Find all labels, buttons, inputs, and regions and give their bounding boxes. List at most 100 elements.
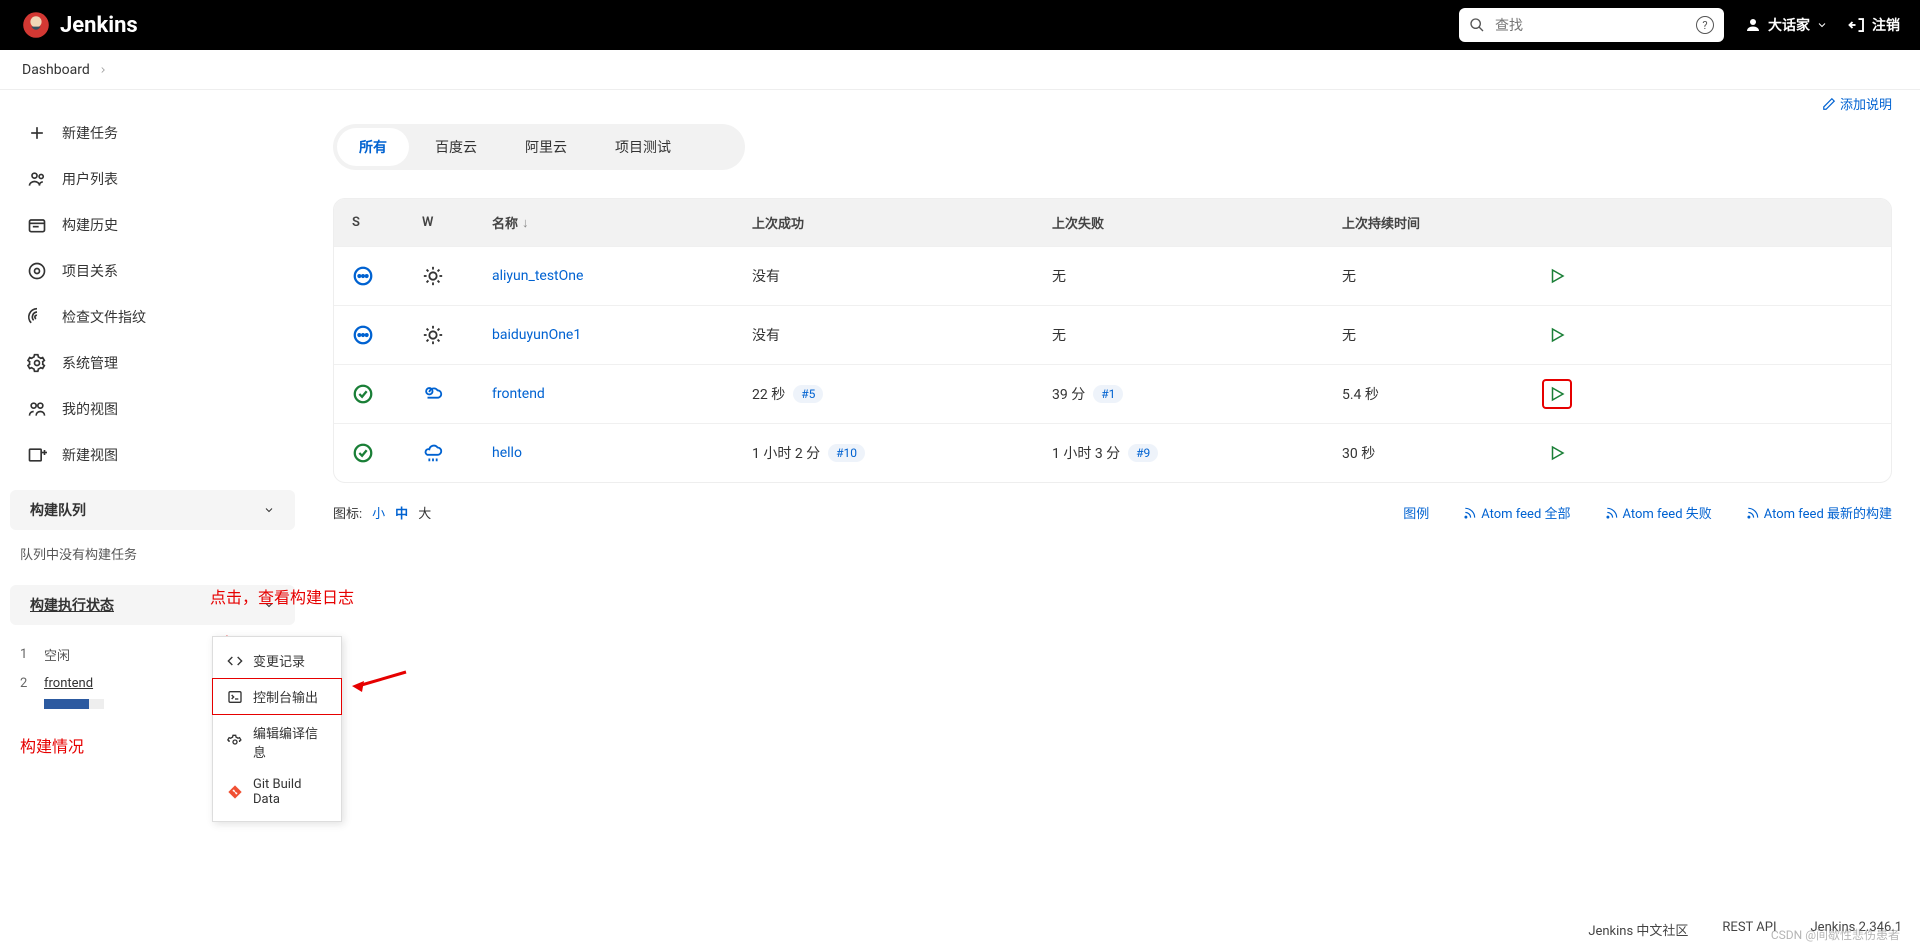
weather-icon	[414, 265, 484, 287]
status-icon	[344, 265, 414, 287]
executor-number: 2	[20, 676, 34, 691]
icon-size-medium[interactable]: 中	[395, 503, 408, 522]
sidebar-item-new[interactable]: 新建任务	[10, 110, 295, 156]
last-duration-cell: 5.4 秒	[1334, 384, 1534, 404]
legend-link[interactable]: 图例	[1403, 503, 1429, 522]
icon-size-selector: 图标: 小 中 大	[333, 503, 431, 522]
tab-project-test[interactable]: 项目测试	[593, 128, 693, 166]
build-badge[interactable]: #9	[1128, 444, 1158, 462]
atom-feed-fail[interactable]: Atom feed 失败	[1605, 503, 1712, 522]
sidebar-item-label: 构建历史	[62, 215, 118, 235]
sidebar-item-manage[interactable]: 系统管理	[10, 340, 295, 386]
job-name-link[interactable]: hello	[492, 445, 522, 461]
col-last-duration[interactable]: 上次持续时间	[1334, 213, 1534, 232]
build-now-button[interactable]	[1542, 261, 1572, 291]
job-name-link[interactable]: frontend	[492, 386, 545, 402]
sidebar-item-label: 检查文件指纹	[62, 307, 146, 327]
user-icon	[1744, 16, 1762, 34]
user-name-label: 大话家	[1768, 15, 1810, 35]
gear-icon	[227, 734, 243, 750]
job-name-link[interactable]: baiduyunOne1	[492, 327, 581, 343]
dropdown-item-git-data[interactable]: Git Build Data	[213, 769, 341, 815]
dropdown-item-console[interactable]: 控制台输出	[212, 678, 342, 715]
build-badge[interactable]: #10	[828, 444, 865, 462]
col-status[interactable]: S	[344, 213, 414, 232]
search-icon	[1469, 17, 1485, 33]
add-description-link[interactable]: 添加说明	[1822, 94, 1892, 113]
top-header: Jenkins ? 大话家 注销	[0, 0, 1920, 50]
icon-size-large[interactable]: 大	[418, 503, 431, 522]
logout-button[interactable]: 注销	[1848, 15, 1900, 35]
sidebar-item-history[interactable]: 构建历史	[10, 202, 295, 248]
atom-feed-latest[interactable]: Atom feed 最新的构建	[1746, 503, 1892, 522]
page-footer: Jenkins 中文社区 REST API Jenkins 2.346.1	[1588, 920, 1902, 939]
chevron-down-icon	[263, 504, 275, 516]
users-icon	[26, 168, 48, 190]
user-menu[interactable]: 大话家	[1744, 15, 1828, 35]
logout-label: 注销	[1872, 15, 1900, 35]
status-icon	[344, 324, 414, 346]
icon-size-small[interactable]: 小	[372, 503, 385, 522]
executor-job-link[interactable]: frontend	[44, 676, 93, 691]
col-name[interactable]: 名称 ↓	[484, 213, 744, 232]
tab-aliyun[interactable]: 阿里云	[503, 128, 589, 166]
main-panel: 添加说明 所有 百度云 阿里云 项目测试 S W 名称 ↓ 上次成功 上次失败 …	[305, 90, 1920, 947]
sidebar-item-myviews[interactable]: 我的视图	[10, 386, 295, 432]
rss-icon	[1746, 506, 1760, 520]
executor-number: 1	[20, 647, 34, 662]
sidebar-item-label: 系统管理	[62, 353, 118, 373]
footer-community-link[interactable]: Jenkins 中文社区	[1588, 920, 1688, 939]
terminal-icon	[227, 689, 243, 705]
status-icon	[344, 442, 414, 464]
weather-icon	[414, 442, 484, 464]
dropdown-item-edit-info[interactable]: 编辑编译信息	[213, 715, 341, 769]
last-fail-cell: 39 分#1	[1044, 384, 1334, 404]
job-name-link[interactable]: aliyun_testOne	[492, 268, 583, 284]
search-input[interactable]	[1459, 8, 1724, 42]
col-last-fail[interactable]: 上次失败	[1044, 213, 1334, 232]
footer-api-link[interactable]: REST API	[1722, 920, 1776, 939]
sidebar-item-fingerprint[interactable]: 检查文件指纹	[10, 294, 295, 340]
breadcrumb-item[interactable]: Dashboard	[16, 58, 96, 82]
build-queue-header[interactable]: 构建队列	[10, 490, 295, 530]
dropdown-item-changes[interactable]: 变更记录	[213, 643, 341, 678]
sidebar-item-relation[interactable]: 项目关系	[10, 248, 295, 294]
col-weather[interactable]: W	[414, 213, 484, 232]
sidebar-item-newview[interactable]: 新建视图	[10, 432, 295, 478]
brand-logo[interactable]: Jenkins	[20, 9, 138, 41]
new-view-icon	[26, 444, 48, 466]
build-progress-bar[interactable]	[44, 699, 104, 709]
sidebar-item-label: 新建视图	[62, 445, 118, 465]
col-last-success[interactable]: 上次成功	[744, 213, 1044, 232]
search-box: ?	[1459, 8, 1724, 42]
sidebar-item-people[interactable]: 用户列表	[10, 156, 295, 202]
widget-title: 构建队列	[30, 500, 86, 520]
build-now-button[interactable]	[1542, 438, 1572, 468]
build-badge[interactable]: #1	[1093, 385, 1123, 403]
status-icon	[344, 383, 414, 405]
build-badge[interactable]: #5	[793, 385, 823, 403]
tab-all[interactable]: 所有	[337, 128, 409, 166]
annotation-click-log: 点击，查看构建日志	[210, 584, 354, 608]
jenkins-icon	[20, 9, 52, 41]
brand-text: Jenkins	[60, 13, 138, 38]
plus-icon	[26, 122, 48, 144]
git-icon	[227, 784, 243, 800]
table-row: aliyun_testOne没有无无	[334, 246, 1891, 305]
build-queue-widget: 构建队列 队列中没有构建任务	[0, 490, 305, 573]
tab-add-button[interactable]	[697, 131, 741, 163]
table-footer: 图标: 小 中 大 图例 Atom feed 全部 Atom feed 失败 A…	[333, 503, 1892, 522]
last-fail-cell: 1 小时 3 分#9	[1044, 443, 1334, 463]
build-dropdown-menu: 变更记录 控制台输出 编辑编译信息 Git Build Data	[212, 636, 342, 822]
rss-icon	[1463, 506, 1477, 520]
tab-baidu[interactable]: 百度云	[413, 128, 499, 166]
build-now-button[interactable]	[1542, 320, 1572, 350]
help-icon[interactable]: ?	[1696, 16, 1714, 34]
last-duration-cell: 无	[1334, 266, 1534, 286]
build-queue-body: 队列中没有构建任务	[0, 534, 305, 573]
atom-feed-all[interactable]: Atom feed 全部	[1463, 503, 1570, 522]
build-now-button[interactable]	[1542, 379, 1572, 409]
last-fail-cell: 无	[1044, 325, 1334, 345]
last-duration-cell: 无	[1334, 325, 1534, 345]
logout-icon	[1848, 16, 1866, 34]
